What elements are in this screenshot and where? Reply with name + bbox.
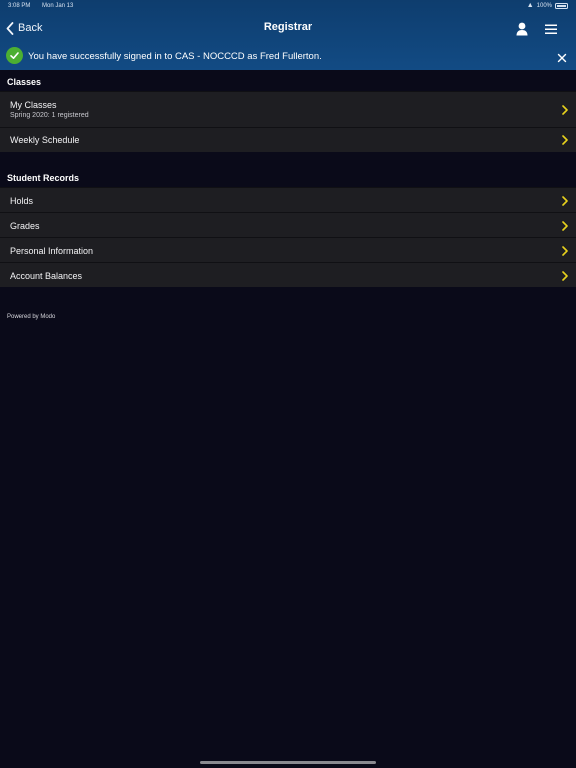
success-check-icon — [6, 47, 23, 64]
powered-by-footer: Powered by Modo — [7, 314, 56, 320]
list-item-my-classes[interactable]: My Classes Spring 2020: 1 registered — [0, 91, 576, 127]
status-date: Mon Jan 13 — [42, 3, 74, 9]
section-header-classes: Classes — [7, 77, 42, 87]
list-item-personal-information[interactable]: Personal Information — [0, 237, 576, 262]
status-right: ▲ 100% — [527, 2, 568, 9]
banner-message: You have successfully signed in to CAS -… — [28, 51, 322, 62]
status-time: 3:08 PM — [8, 3, 31, 9]
wifi-icon: ▲ — [526, 2, 534, 9]
list-item-weekly-schedule[interactable]: Weekly Schedule — [0, 127, 576, 152]
list-item-label: My Classes — [10, 100, 57, 110]
navigation-bar: Back Registrar — [0, 12, 576, 44]
list-item-account-balances[interactable]: Account Balances — [0, 262, 576, 287]
chevron-right-icon — [562, 105, 568, 115]
battery-icon — [555, 2, 568, 9]
list-item-label: Weekly Schedule — [10, 135, 80, 145]
list-item-label: Holds — [10, 196, 34, 206]
hamburger-menu-icon — [545, 24, 557, 34]
list-item-grades[interactable]: Grades — [0, 212, 576, 237]
list-item-label: Account Balances — [10, 271, 83, 281]
chevron-right-icon — [562, 196, 568, 206]
menu-button[interactable] — [543, 21, 559, 37]
chevron-right-icon — [562, 135, 568, 145]
success-banner: You have successfully signed in to CAS -… — [0, 44, 576, 70]
battery-percent: 100% — [536, 2, 552, 9]
page-title: Registrar — [263, 21, 313, 33]
close-icon — [557, 53, 567, 63]
user-icon — [516, 22, 528, 36]
banner-close-button[interactable] — [556, 51, 568, 63]
list-item-label: Personal Information — [10, 246, 94, 256]
status-bar: 3:08 PM Mon Jan 13 ▲ 100% — [0, 0, 576, 12]
user-button[interactable] — [514, 21, 530, 37]
list-item-sublabel: Spring 2020: 1 registered — [10, 112, 89, 119]
chevron-right-icon — [562, 246, 568, 256]
header-area: 3:08 PM Mon Jan 13 ▲ 100% Back Registrar — [0, 0, 576, 70]
chevron-right-icon — [562, 271, 568, 281]
list-item-label: Grades — [10, 221, 40, 231]
list-item-holds[interactable]: Holds — [0, 187, 576, 212]
home-indicator[interactable] — [200, 761, 376, 764]
student-records-list: Holds Grades Personal Information Accoun… — [0, 187, 576, 287]
chevron-right-icon — [562, 221, 568, 231]
classes-list: My Classes Spring 2020: 1 registered Wee… — [0, 91, 576, 152]
section-header-student-records: Student Records — [7, 173, 80, 183]
